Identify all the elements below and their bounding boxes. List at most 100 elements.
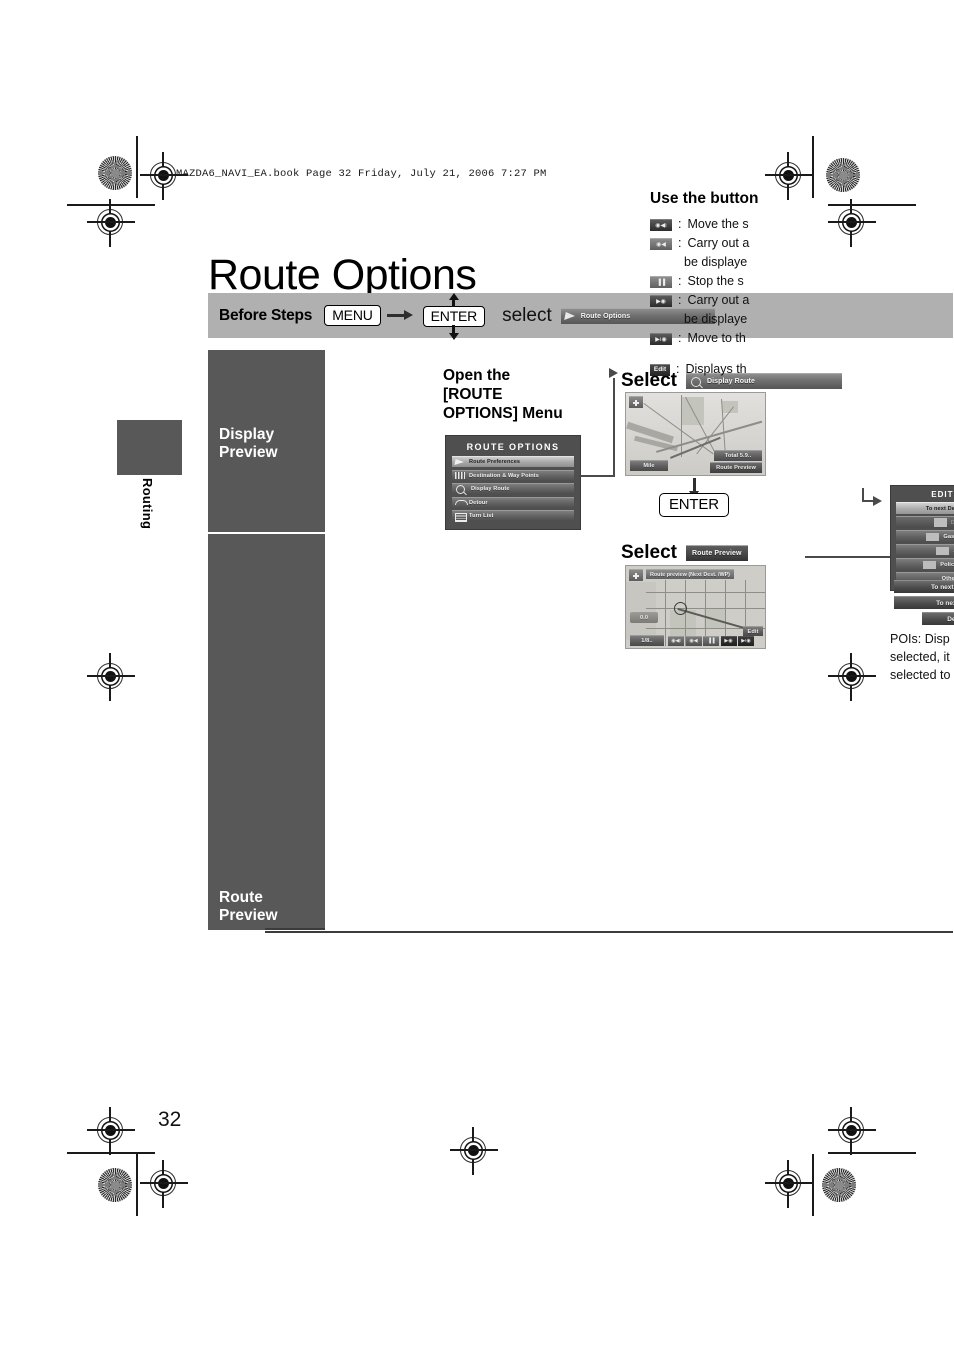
button-description-row: ◉◀ı : Move the s [650, 217, 850, 232]
enter-key-group: ENTER [422, 292, 486, 340]
open-heading-line1: Open the [443, 367, 511, 384]
map-zoom-in-button[interactable] [629, 396, 643, 408]
button-description-row: ▶◉ : Carry out a [650, 293, 850, 308]
registration-starburst-top-left [98, 156, 132, 190]
chapter-thumb-label: Routing [140, 478, 155, 530]
map-edit-button[interactable]: Edit [743, 626, 763, 636]
crop-line-top-left-vertical [136, 136, 138, 198]
skip-back-button[interactable]: ◉◀ı [668, 636, 684, 646]
pause-button[interactable]: ▐▐ [703, 636, 719, 646]
registration-target-bottom-right [765, 1160, 813, 1208]
map-current-position-marker [674, 602, 687, 615]
use-the-button-heading: Use the button [650, 190, 759, 207]
crop-line-lower-left-horizontal [67, 1152, 155, 1154]
pause-icon: ▐▐ [650, 276, 672, 288]
menu-item-turn-list[interactable]: Turn List [452, 510, 574, 522]
skip-forward-button[interactable]: ▶ı◉ [738, 636, 754, 646]
menu-item-route-preferences-label: Route Preferences [469, 459, 521, 465]
section-display-preview-line2: Preview [219, 444, 278, 462]
button-description-text: Stop the s [687, 274, 744, 288]
poi-note-line1: POIs: Disp [890, 632, 950, 646]
blank-square-icon [933, 518, 947, 527]
map-scale-button[interactable]: Mile [630, 460, 668, 471]
map-road-horizontal [646, 608, 765, 610]
page-number: 32 [158, 1108, 182, 1131]
menu-key-button[interactable]: MENU [324, 305, 381, 326]
route-options-menu-title: ROUTE OPTIONS [466, 442, 560, 452]
registration-target-left-lower [87, 1107, 135, 1155]
section-route-preview-text: Route Preview [219, 889, 278, 926]
map-route-preview-button[interactable]: Route Preview [710, 462, 762, 473]
registration-target-bottom-center [450, 1127, 498, 1175]
row-colon: : [678, 274, 682, 288]
route-arrow-icon [454, 458, 466, 466]
select-route-preview-row: Select Route Preview [621, 542, 748, 564]
edit-route-item-to-next-dest[interactable]: To next Dest. or W [896, 502, 954, 514]
content-bottom-rule-short [265, 928, 325, 930]
button-description-continuation: be displaye [684, 312, 748, 326]
map-zoom-in-button[interactable] [629, 569, 643, 581]
menu-item-destination-way-points[interactable]: Destination & Way Points [452, 469, 574, 481]
button-description-text: Carry out a [687, 293, 750, 307]
edit-route-item-to-next-dest-label: To next Dest. or W [925, 505, 954, 512]
edit-button-description-row: Edit : Displays th [650, 362, 850, 377]
menu-item-route-preferences[interactable]: Route Preferences [452, 456, 574, 467]
menu-item-display-route[interactable]: Display Route [452, 483, 574, 494]
registration-dot-top-right [826, 158, 860, 192]
row-colon: : [678, 293, 682, 307]
edit-route-item-delete[interactable]: Delete [896, 516, 954, 528]
gas-station-icon [926, 532, 940, 541]
crop-line-upper-left-horizontal [67, 204, 155, 206]
steps-panel: Open the [ROUTE OPTIONS] Menu ROUTE OPTI… [325, 350, 954, 938]
rewind-button[interactable]: ◉◀ [685, 636, 702, 646]
edit-route-connector-arrow [862, 488, 884, 508]
enter-key-button-middle[interactable]: ENTER [659, 493, 729, 517]
before-steps-label: Before Steps [219, 306, 313, 324]
delete-button[interactable]: Delete [922, 612, 954, 625]
menu-to-select-connector-arrow [579, 368, 625, 478]
menu-item-detour-label: Detour [469, 499, 488, 506]
crop-line-bottom-right-vertical [812, 1154, 814, 1216]
registration-dot-bottom-left [98, 1168, 132, 1202]
registration-target-top-right [765, 152, 813, 200]
map-total-distance-button[interactable]: Total 5.9.. [714, 450, 762, 461]
registration-target-left-middle [87, 653, 135, 701]
route-preview-chip[interactable]: Route Preview [685, 545, 748, 561]
enter-key-group-middle: ENTER [659, 493, 729, 517]
route-options-chip-label: Route Options [580, 312, 631, 320]
magnifier-icon [456, 484, 465, 494]
map-road-vertical [664, 580, 666, 646]
to-next-dest-button[interactable]: To next Dest. o [894, 580, 954, 593]
edit-route-button-rows: To next Dest. o To next POI Delete [894, 580, 954, 628]
flow-arrow-icon [386, 310, 413, 321]
poi-note-line3: selected to [890, 668, 951, 682]
menu-item-turn-list-label: Turn List [469, 513, 494, 519]
play-button[interactable]: ▶◉ [720, 636, 737, 646]
crop-line-lower-right-horizontal [828, 1152, 916, 1154]
skip-back-icon: ◉◀ı [650, 219, 672, 231]
to-next-poi-button[interactable]: To next POI [894, 596, 954, 609]
menu-item-destination-way-points-label: Destination & Way Points [469, 472, 539, 479]
edit-route-panel-screenshot: EDIT RO To next Dest. or W Delete Gas St… [890, 485, 954, 591]
menu-item-detour[interactable]: Detour [452, 496, 574, 508]
book-slug-text: MAZDA6_NAVI_EA.book Page 32 Friday, July… [176, 168, 547, 180]
edit-route-item-gas-station-label: Gas Station [943, 533, 954, 540]
enter-key-button[interactable]: ENTER [422, 305, 486, 327]
map-block-shape [626, 582, 656, 640]
content-bottom-rule [265, 931, 953, 933]
crop-line-top-right-vertical [812, 136, 814, 198]
map-scale-button[interactable]: 1/8.. [630, 635, 664, 646]
section-display-preview: Display Preview [208, 350, 325, 532]
route-arrow-icon [564, 311, 577, 321]
edit-route-item-atm[interactable]: ATM [896, 544, 954, 556]
row-colon: : [676, 362, 680, 376]
display-route-map-screenshot: Mile Total 5.9.. Route Preview [625, 392, 766, 476]
registration-target-left-upper [87, 199, 135, 247]
rewind-icon: ◉◀ [650, 238, 672, 250]
edit-route-item-gas-station[interactable]: Gas Station [896, 530, 954, 542]
button-description-text: Move the s [687, 217, 749, 231]
chapter-thumb-tab [117, 420, 182, 475]
button-description-row: ▶ı◉ : Move to th [650, 331, 850, 346]
edit-route-item-police-station[interactable]: Police Station [896, 558, 954, 570]
row-colon: : [678, 217, 682, 231]
